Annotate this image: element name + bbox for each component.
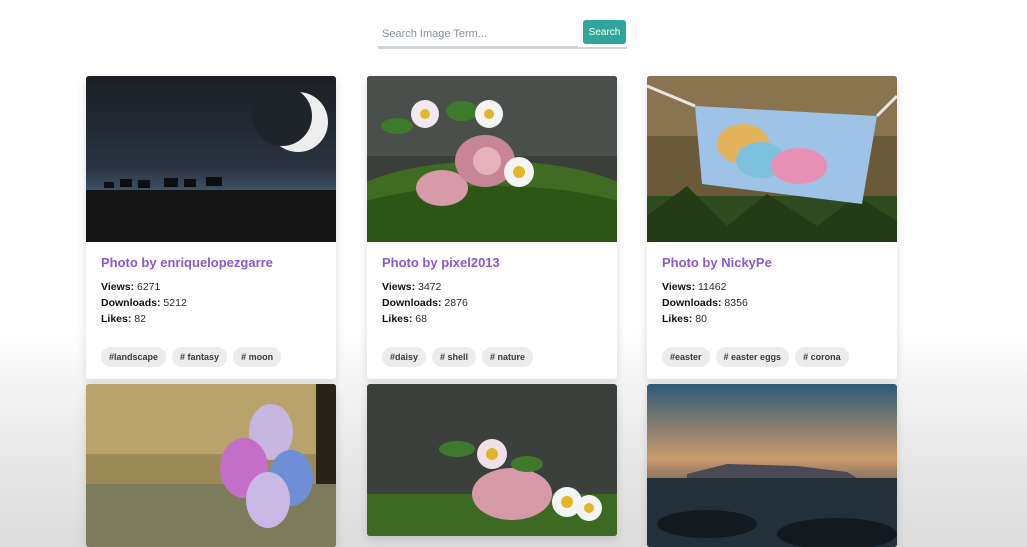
tag[interactable]: #easter: [662, 347, 710, 367]
card-image-daisy-shell[interactable]: [367, 76, 617, 242]
downloads-stat: Downloads: 5212: [101, 297, 187, 309]
search-button[interactable]: Search: [583, 20, 626, 44]
views-stat: Views: 11462: [662, 281, 727, 293]
card-title: Photo by pixel2013: [382, 255, 500, 270]
downloads-stat: Downloads: 2876: [382, 297, 468, 309]
tag-list: #easter # easter eggs # corona: [647, 327, 897, 379]
search-input[interactable]: [378, 21, 578, 48]
tag-list: #landscape # fantasy # moon: [86, 327, 336, 379]
tag[interactable]: #daisy: [382, 347, 427, 367]
image-card: Photo by enriquelopezgarre Views: 6271 D…: [86, 76, 336, 379]
views-stat: Views: 3472: [382, 281, 442, 293]
views-stat: Views: 6271: [101, 281, 161, 293]
tag-list: #daisy # shell # nature: [367, 327, 617, 379]
card-image-shell-daisies[interactable]: [367, 384, 617, 536]
likes-stat: Likes: 82: [101, 313, 146, 325]
search-underline: [378, 47, 627, 49]
tag[interactable]: # moon: [233, 347, 282, 367]
tag[interactable]: # shell: [432, 347, 477, 367]
tag[interactable]: # nature: [482, 347, 534, 367]
search-bar: Search: [378, 19, 627, 50]
image-card: [647, 384, 897, 547]
likes-stat: Likes: 80: [662, 313, 707, 325]
downloads-stat: Downloads: 8356: [662, 297, 748, 309]
card-image-camels-moon[interactable]: [86, 76, 336, 242]
image-card: [86, 384, 336, 547]
card-title: Photo by enriquelopezgarre: [101, 255, 273, 270]
tag[interactable]: # corona: [795, 347, 849, 367]
card-title: Photo by NickyPe: [662, 255, 772, 270]
tag[interactable]: #landscape: [101, 347, 167, 367]
tag[interactable]: # fantasy: [172, 347, 228, 367]
card-image-sunset-sea[interactable]: [647, 384, 897, 547]
card-image-easter-eggs-mask[interactable]: [647, 76, 897, 242]
image-card: [367, 384, 617, 536]
image-card: Photo by pixel2013 Views: 3472 Downloads…: [367, 76, 617, 379]
image-card: Photo by NickyPe Views: 11462 Downloads:…: [647, 76, 897, 379]
likes-stat: Likes: 68: [382, 313, 427, 325]
card-image-balloons[interactable]: [86, 384, 336, 547]
tag[interactable]: # easter eggs: [715, 347, 790, 367]
